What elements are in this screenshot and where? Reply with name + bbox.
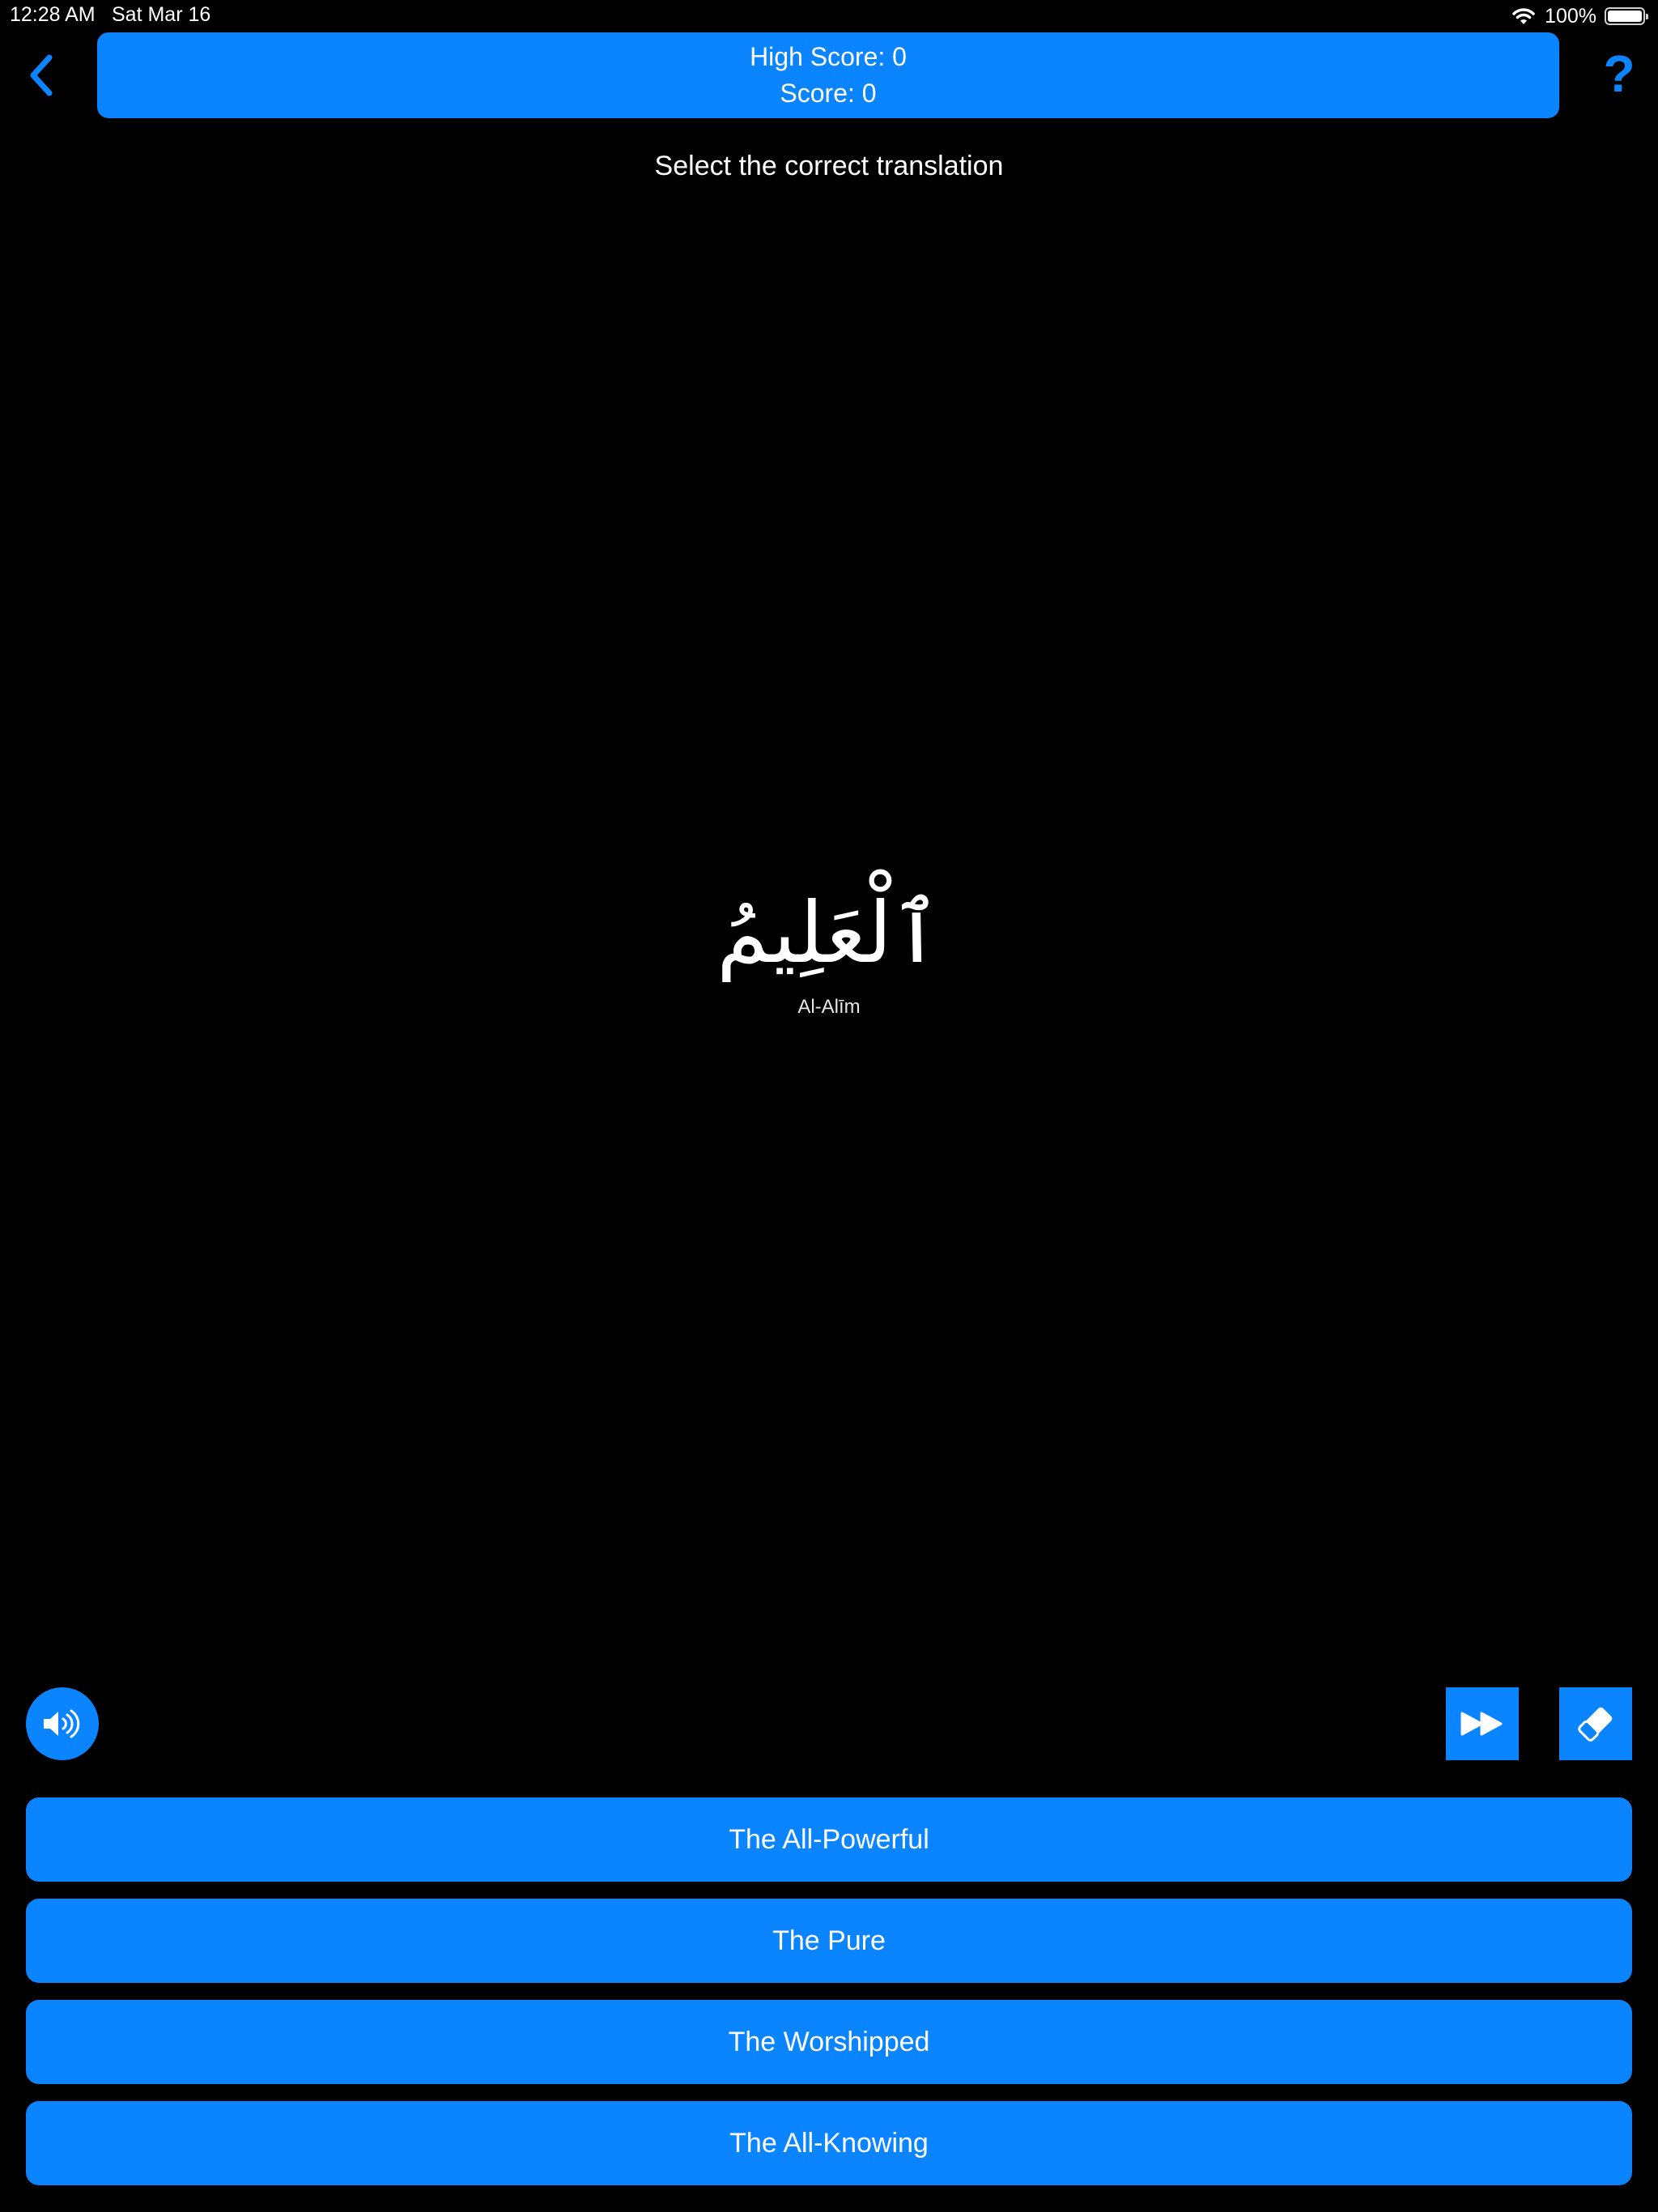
answer-button-2[interactable]: The Pure xyxy=(26,1899,1632,1983)
current-score: Score: 0 xyxy=(780,79,877,108)
transliteration: Al-Alīm xyxy=(797,996,861,1018)
sound-button[interactable] xyxy=(26,1687,99,1760)
erase-button[interactable] xyxy=(1559,1687,1632,1760)
help-button[interactable]: ? xyxy=(1596,45,1642,103)
fast-forward-icon xyxy=(1460,1712,1503,1736)
question-mark-icon: ? xyxy=(1603,45,1635,103)
status-time: 12:28 AM xyxy=(10,3,96,26)
wifi-icon xyxy=(1512,8,1535,24)
quiz-screen: 12:28 AM Sat Mar 16 100% High Score: 0 S… xyxy=(0,0,1658,2212)
answer-button-1[interactable]: The All-Powerful xyxy=(26,1797,1632,1882)
prompt-text: Select the correct translation xyxy=(654,151,1004,181)
skip-button[interactable] xyxy=(1446,1687,1519,1760)
battery-icon xyxy=(1605,7,1648,25)
arabic-name: ٱلْعَلِيمُ xyxy=(716,883,942,982)
answer-button-3[interactable]: The Worshipped xyxy=(26,2000,1632,2084)
score-panel: High Score: 0 Score: 0 xyxy=(97,32,1559,118)
battery-percent: 100% xyxy=(1545,4,1596,28)
answer-list: The All-Powerful The Pure The Worshipped… xyxy=(26,1797,1632,2185)
back-button[interactable] xyxy=(18,50,63,100)
eraser-icon xyxy=(1578,1707,1613,1742)
status-date: Sat Mar 16 xyxy=(112,3,211,26)
status-indicators: 100% xyxy=(1511,3,1648,29)
chevron-left-icon xyxy=(30,54,53,96)
answer-button-4[interactable]: The All-Knowing xyxy=(26,2101,1632,2185)
speaker-icon xyxy=(44,1709,80,1738)
high-score: High Score: 0 xyxy=(750,42,907,71)
